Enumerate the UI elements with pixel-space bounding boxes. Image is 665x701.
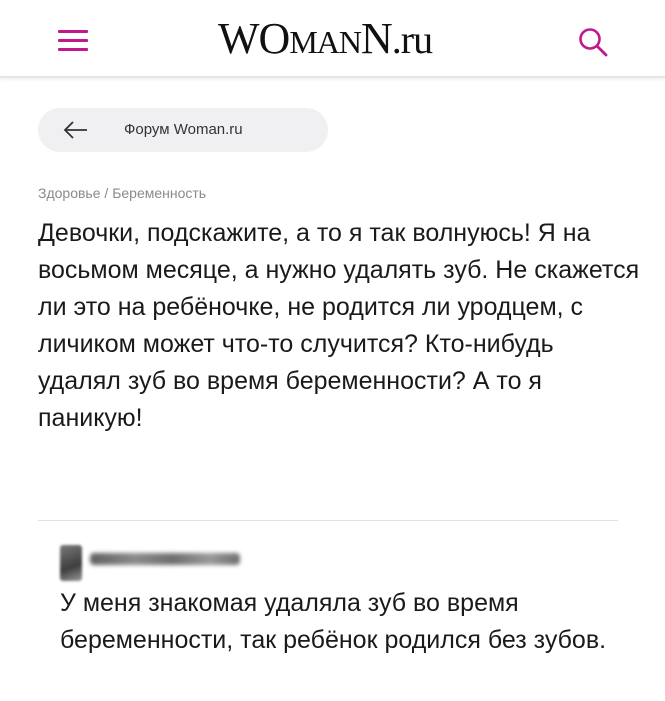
logo-suffix: .ru bbox=[391, 17, 433, 62]
avatar[interactable] bbox=[60, 545, 82, 581]
site-logo[interactable]: WOMANN.ru bbox=[218, 14, 448, 64]
answer-text: У меня знакомая удаляла зуб во время бер… bbox=[60, 589, 607, 654]
breadcrumb-link-health[interactable]: Здоровье bbox=[38, 185, 101, 201]
divider bbox=[38, 520, 618, 521]
logo-letter-n: N bbox=[360, 14, 393, 63]
back-to-forum-label: Форум Woman.ru bbox=[124, 121, 243, 138]
menu-line bbox=[58, 39, 88, 42]
author-name-blurred[interactable] bbox=[90, 553, 240, 565]
back-to-forum-button[interactable]: Форум Woman.ru bbox=[38, 108, 328, 152]
topic-question-text: Девочки, подскажите, а то я так волнуюсь… bbox=[38, 219, 640, 432]
menu-line bbox=[58, 30, 88, 33]
arrow-left-icon bbox=[62, 118, 90, 142]
answer-header bbox=[60, 545, 260, 581]
search-icon[interactable] bbox=[575, 24, 611, 60]
logo-letter-o: O bbox=[258, 14, 291, 63]
breadcrumb: Здоровье / Беременность bbox=[38, 185, 206, 201]
menu-line bbox=[58, 48, 88, 51]
logo-letters-man: MAN bbox=[289, 24, 362, 60]
hamburger-menu-icon[interactable] bbox=[58, 30, 88, 52]
site-header: WOMANN.ru bbox=[0, 0, 665, 78]
breadcrumb-link-pregnancy[interactable]: Беременность bbox=[112, 185, 206, 201]
breadcrumb-separator: / bbox=[100, 185, 113, 201]
logo-letter-w: W bbox=[218, 14, 260, 63]
